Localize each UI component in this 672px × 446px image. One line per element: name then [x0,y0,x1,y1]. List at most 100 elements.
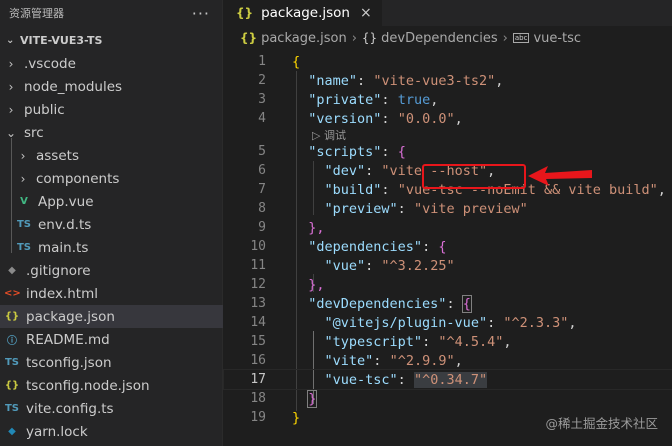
breadcrumb: {} package.json › {} devDependencies › a… [224,26,672,50]
line-number: 15 [250,334,266,349]
token: "vite" [324,352,374,369]
chevron-down-icon: ⌄ [6,34,15,46]
tree-item-label: yarn.lock [26,423,88,440]
tree-item-readme[interactable]: ⓘ README.md [0,328,223,351]
token: "vite-vue3-ts2" [373,72,496,89]
more-actions-icon[interactable]: ··· [192,4,210,23]
tree-item-label: env.d.ts [38,216,92,233]
chevron-right-icon: › [8,56,14,71]
line-number: 16 [250,353,266,368]
breadcrumb-file[interactable]: package.json [261,31,347,46]
tree-item-tsconfig-json[interactable]: TS tsconfig.json [0,351,223,374]
token: "vue" [324,257,366,274]
tree-item-label: assets [36,147,79,164]
code-line: 8 "preview": "vite preview" [224,199,672,218]
tree-item-label: package.json [26,308,115,325]
code-line: 13 "devDependencies": { [224,294,672,313]
line-number: 6 [258,163,266,178]
tree-item-label: node_modules [24,78,123,95]
code-editor[interactable]: 1 { 2 "name": "vite-vue3-ts2", 3 "private… [223,52,672,427]
chevron-right-icon: › [351,30,357,46]
breadcrumb-section[interactable]: devDependencies [381,31,497,46]
tree-item-main-ts[interactable]: TS main.ts [0,236,223,259]
tab-label: package.json [261,5,350,21]
token: "^3.2.25" [381,257,455,274]
chevron-right-icon: › [502,30,508,46]
code-line: 2 "name": "vite-vue3-ts2", [224,71,672,90]
tree-item-assets[interactable]: › assets [0,144,223,167]
tree-item-label: tsconfig.json [26,354,112,371]
json-file-icon: {} [4,311,20,322]
tree-item-label: README.md [26,331,110,348]
tree-item-node-modules[interactable]: › node_modules [0,75,223,98]
explorer-title: 资源管理器 [9,7,64,20]
line-number: 1 [258,54,266,69]
token: true [397,91,431,108]
close-icon[interactable]: × [360,5,372,21]
token: "^2.3.3" [503,314,569,331]
annotation-arrow-icon [528,166,592,186]
tree-item-tsconfig-node-json[interactable]: {} tsconfig.node.json [0,374,223,397]
bracket-match: { [461,294,472,313]
token: "version" [308,110,382,127]
tree-item-src[interactable]: ⌄ src [0,121,223,144]
code-line: 15 "typescript": "^4.5.4", [224,332,672,351]
tree-item-label: index.html [26,285,98,302]
yarn-file-icon: ◆ [8,426,16,437]
code-line: 18 } [224,389,672,408]
code-line: 9 }, [224,218,672,237]
typescript-file-icon: TS [4,403,20,414]
tree-item-label: .vscode [24,55,76,72]
debug-codelens[interactable]: ▷ 调试 [224,128,672,142]
selected-token: "^0.34.7" [413,371,488,388]
token: "vue-tsc" [324,371,398,388]
token: "scripts" [308,143,382,160]
chevron-right-icon: › [8,79,14,94]
token: "name" [308,72,358,89]
token: "^2.9.9" [389,352,455,369]
tree-item-components[interactable]: › components [0,167,223,190]
breadcrumb-leaf[interactable]: vue-tsc [533,31,581,46]
chevron-right-icon: › [20,171,26,186]
line-number: 8 [258,201,266,216]
line-number: 2 [258,73,266,88]
tree-item-gitignore[interactable]: ◆ .gitignore [0,259,223,282]
tree-item-app-vue[interactable]: V App.vue [0,190,223,213]
line-number: 19 [250,410,266,425]
tab-package-json[interactable]: {} package.json × [224,0,383,26]
code-line: 12 }, [224,275,672,294]
tree-item-package-json[interactable]: {} package.json [0,305,223,328]
tree-item-vscode[interactable]: › .vscode [0,52,223,75]
typescript-file-icon: TS [16,219,32,230]
tree-item-label: .gitignore [26,262,91,279]
html-file-icon: <> [4,288,21,299]
info-file-icon: ⓘ [7,336,17,347]
token: "^4.5.4" [438,333,504,350]
line-number: 10 [250,239,266,254]
tree-item-yarn-lock[interactable]: ◆ yarn.lock [0,420,223,443]
code-line: 16 "vite": "^2.9.9", [224,351,672,370]
code-line-current: 17 "vue-tsc": "^0.34.7" [223,369,672,390]
tree-item-label: App.vue [38,193,94,210]
tree-item-vite-config-ts[interactable]: TS vite.config.ts [0,397,223,420]
project-name: VITE-VUE3-TS [20,33,103,47]
code-line: 3 "private": true, [224,90,672,109]
chevron-right-icon: › [8,102,14,117]
project-folder[interactable]: ⌄ VITE-VUE3-TS [0,29,222,51]
tree-item-label: components [36,170,120,187]
line-number: 9 [258,220,266,235]
token: "dev" [324,162,366,179]
tree-item-env-d-ts[interactable]: TS env.d.ts [0,213,223,236]
token: }, [308,219,325,236]
token: "vite preview" [413,200,528,217]
tree-item-label: src [24,124,44,141]
line-number: 14 [250,315,266,330]
tree-item-index-html[interactable]: <> index.html [0,282,223,305]
code-line: 5 "scripts": { [224,142,672,161]
tree-item-public[interactable]: › public [0,98,223,121]
tree-indent-guide [11,138,12,253]
tree-item-label: main.ts [38,239,89,256]
token: "dependencies" [308,238,423,255]
token: { [292,53,301,70]
annotation-box [422,164,526,189]
